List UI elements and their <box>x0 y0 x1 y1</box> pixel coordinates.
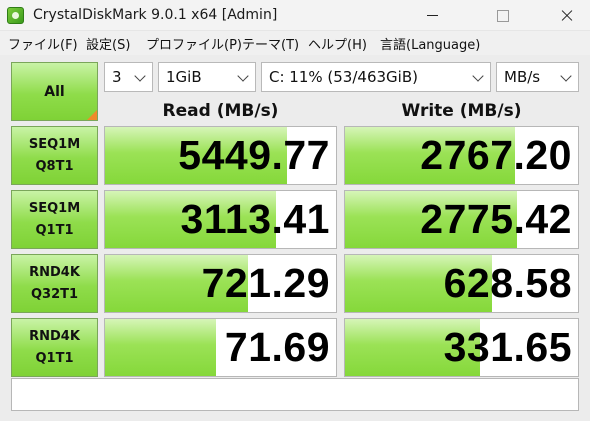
menu-file[interactable]: ファイル(F) <box>8 34 78 53</box>
test-count-value: 3 <box>112 68 122 86</box>
test-params: Q1T1 <box>35 223 74 238</box>
crystaldiskmark-app-icon <box>7 7 24 24</box>
corner-marker-icon <box>87 110 97 120</box>
drive-value: C: 11% (53/463GiB) <box>269 68 418 86</box>
menu-help[interactable]: ヘルプ(H) <box>308 34 367 53</box>
unit-select[interactable]: MB/s <box>496 62 579 92</box>
read-result-cell: 3113.41 <box>104 190 337 249</box>
write-column-header: Write (MB/s) <box>401 101 522 121</box>
write-result-cell: 331.65 <box>344 318 579 377</box>
write-result-value: 2767.20 <box>420 132 572 178</box>
run-all-label: All <box>44 84 65 100</box>
write-result-cell: 628.58 <box>344 254 579 313</box>
test-params: Q8T1 <box>35 159 74 174</box>
close-button[interactable] <box>544 0 590 31</box>
menu-settings[interactable]: 設定(S) <box>86 34 130 53</box>
chevron-down-icon <box>472 70 484 82</box>
read-result-value: 721.29 <box>201 260 330 306</box>
window-title: CrystalDiskMark 9.0.1 x64 [Admin] <box>33 7 278 23</box>
read-result-value: 71.69 <box>224 324 330 370</box>
test-button-rnd4k-q32t1[interactable]: RND4K Q32T1 <box>11 254 98 313</box>
test-name: RND4K <box>29 265 80 280</box>
test-params: Q1T1 <box>35 351 74 366</box>
write-result-value: 2775.42 <box>420 196 572 242</box>
menu-profile[interactable]: プロファイル(P) <box>146 34 242 53</box>
chevron-down-icon <box>560 70 572 82</box>
test-button-seq1m-q8t1[interactable]: SEQ1M Q8T1 <box>11 126 98 185</box>
test-size-value: 1GiB <box>166 68 202 86</box>
unit-value: MB/s <box>504 68 541 86</box>
test-button-rnd4k-q1t1[interactable]: RND4K Q1T1 <box>11 318 98 377</box>
test-count-select[interactable]: 3 <box>104 62 153 92</box>
test-name: RND4K <box>29 329 80 344</box>
write-result-cell: 2767.20 <box>344 126 579 185</box>
test-name: SEQ1M <box>28 201 81 216</box>
read-column-header: Read (MB/s) <box>162 101 279 121</box>
menu-language[interactable]: 言語(Language) <box>380 34 480 53</box>
read-result-cell: 71.69 <box>104 318 337 377</box>
minimize-button[interactable] <box>410 0 456 31</box>
read-result-cell: 721.29 <box>104 254 337 313</box>
drive-select[interactable]: C: 11% (53/463GiB) <box>261 62 491 92</box>
title-bar: CrystalDiskMark 9.0.1 x64 [Admin] <box>0 0 590 31</box>
status-bar <box>11 378 579 411</box>
menu-theme[interactable]: テーマ(T) <box>242 34 299 53</box>
chevron-down-icon <box>237 70 249 82</box>
test-size-select[interactable]: 1GiB <box>158 62 256 92</box>
run-all-button[interactable]: All <box>11 62 98 121</box>
maximize-button[interactable] <box>480 0 526 31</box>
test-params: Q32T1 <box>30 287 79 302</box>
read-result-value: 3113.41 <box>180 196 330 242</box>
read-result-value: 5449.77 <box>178 132 330 178</box>
read-result-cell: 5449.77 <box>104 126 337 185</box>
chevron-down-icon <box>134 70 146 82</box>
write-result-value: 628.58 <box>443 260 572 306</box>
write-result-value: 331.65 <box>443 324 572 370</box>
menu-bar: ファイル(F) 設定(S) プロファイル(P) テーマ(T) ヘルプ(H) 言語… <box>0 31 590 55</box>
read-result-bar <box>105 319 216 376</box>
test-name: SEQ1M <box>28 137 81 152</box>
write-result-cell: 2775.42 <box>344 190 579 249</box>
test-button-seq1m-q1t1[interactable]: SEQ1M Q1T1 <box>11 190 98 249</box>
